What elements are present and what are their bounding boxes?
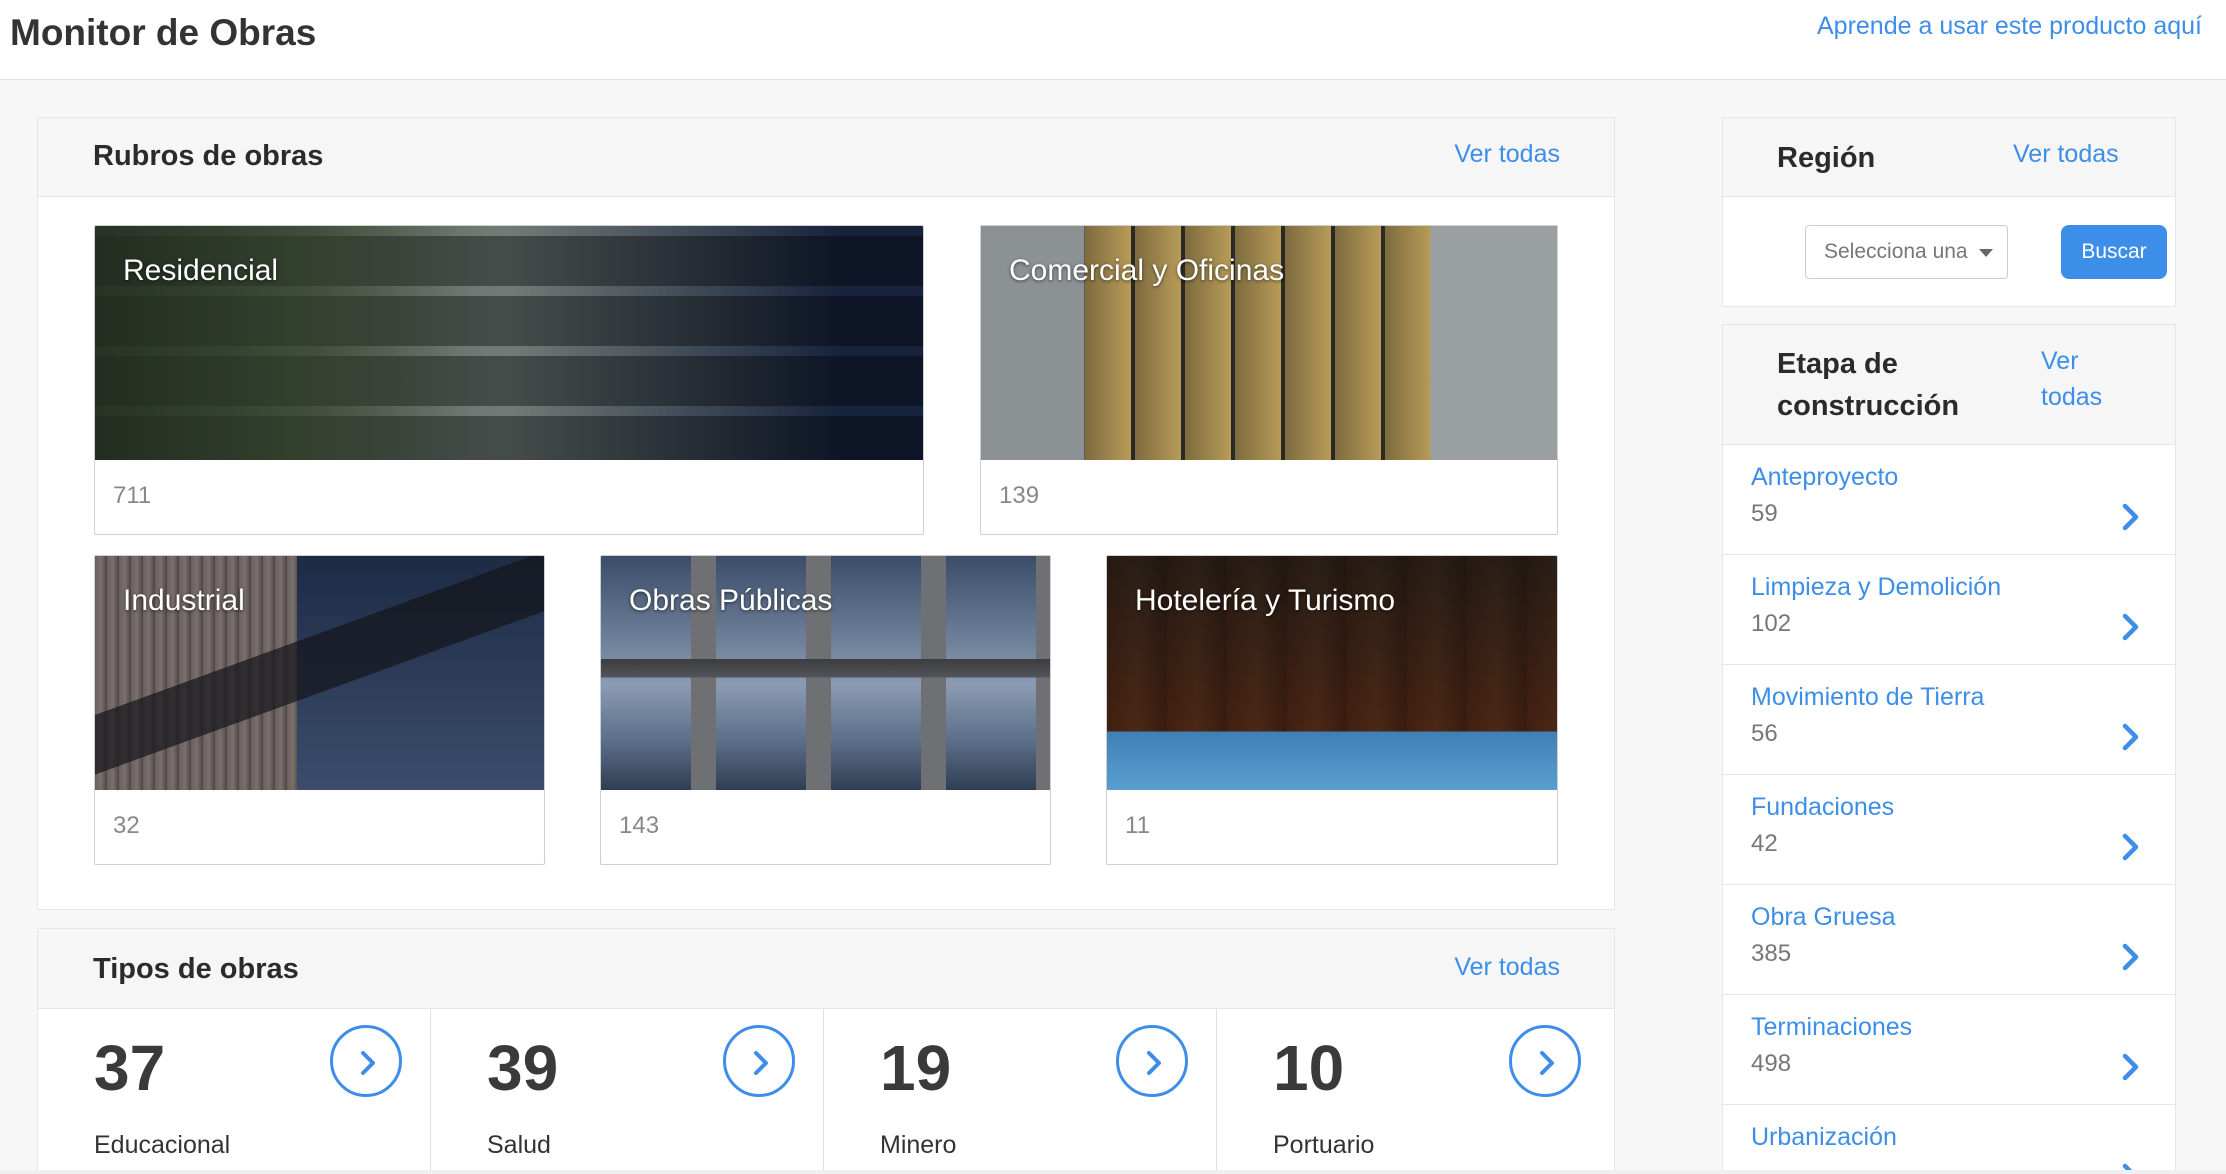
etapa-panel: Etapa de construcción Ver todas Anteproy… bbox=[1722, 324, 2176, 1174]
app-title: Monitor de Obras bbox=[10, 12, 317, 53]
rubro-card-industrial[interactable]: Industrial 32 bbox=[94, 555, 545, 865]
rubro-card-label: Residencial bbox=[123, 254, 279, 287]
tipo-item-minero: 19 Minero bbox=[824, 1009, 1217, 1174]
chevron-right-icon bbox=[2122, 503, 2139, 531]
etapa-count: 102 bbox=[1751, 610, 1792, 637]
chevron-right-icon bbox=[754, 1051, 768, 1075]
region-panel: Región Ver todas Selecciona una Buscar bbox=[1722, 117, 2176, 307]
etapa-count: 385 bbox=[1751, 940, 1792, 967]
region-select[interactable]: Selecciona una bbox=[1805, 225, 2008, 279]
etapa-panel-header: Etapa de construcción Ver todas bbox=[1723, 325, 2175, 445]
bottom-edge bbox=[0, 1170, 2226, 1174]
rubros-view-all-link[interactable]: Ver todas bbox=[1454, 140, 1560, 169]
etapa-count: 56 bbox=[1751, 720, 1778, 747]
tipo-item-salud: 39 Salud bbox=[431, 1009, 824, 1174]
tipo-open-button[interactable] bbox=[723, 1025, 795, 1097]
rubro-card-label: Hotelería y Turismo bbox=[1135, 584, 1396, 617]
etapa-item-movimiento[interactable]: Movimiento de Tierra 56 bbox=[1723, 665, 2175, 775]
tipo-name: Portuario bbox=[1273, 1131, 1375, 1159]
rubro-card-count: 143 bbox=[619, 812, 660, 839]
chevron-right-icon bbox=[2122, 613, 2139, 641]
tipos-panel: Tipos de obras Ver todas 37 Educacional … bbox=[37, 928, 1615, 1174]
rubros-panel-header: Rubros de obras Ver todas bbox=[38, 118, 1614, 197]
tipo-open-button[interactable] bbox=[330, 1025, 402, 1097]
tipo-name: Salud bbox=[487, 1131, 551, 1159]
chevron-right-icon bbox=[1147, 1051, 1161, 1075]
tipos-title: Tipos de obras bbox=[93, 953, 299, 985]
etapa-view-all-link[interactable]: Ver todas bbox=[2041, 343, 2121, 415]
rubro-card-count: 139 bbox=[999, 482, 1040, 509]
tipo-count: 37 bbox=[94, 1032, 166, 1104]
help-link[interactable]: Aprende a usar este producto aquí bbox=[1817, 12, 2202, 41]
etapa-item-obra-gruesa[interactable]: Obra Gruesa 385 bbox=[1723, 885, 2175, 995]
etapa-item-anteproyecto[interactable]: Anteproyecto 59 bbox=[1723, 445, 2175, 555]
etapa-title: Etapa de construcción bbox=[1777, 348, 1960, 422]
etapa-item-terminaciones[interactable]: Terminaciones 498 bbox=[1723, 995, 2175, 1105]
chevron-right-icon bbox=[2122, 833, 2139, 861]
top-header: Monitor de Obras Aprende a usar este pro… bbox=[0, 0, 2226, 80]
tipo-count: 39 bbox=[487, 1032, 559, 1104]
tipos-view-all-link[interactable]: Ver todas bbox=[1454, 953, 1560, 982]
region-title: Región bbox=[1777, 142, 1876, 174]
etapa-name: Obra Gruesa bbox=[1751, 903, 1896, 931]
etapa-name: Urbanización bbox=[1751, 1123, 1897, 1151]
rubro-card-residencial[interactable]: Residencial 711 bbox=[94, 225, 924, 535]
chevron-right-icon bbox=[361, 1051, 375, 1075]
etapa-count: 42 bbox=[1751, 830, 1778, 857]
region-select-placeholder: Selecciona una bbox=[1824, 240, 1968, 263]
tipo-count: 10 bbox=[1273, 1032, 1345, 1104]
rubro-card-obras-publicas[interactable]: Obras Públicas 143 bbox=[600, 555, 1051, 865]
chevron-right-icon bbox=[2122, 1053, 2139, 1081]
tipo-count: 19 bbox=[880, 1032, 952, 1104]
rubro-card-label: Industrial bbox=[123, 584, 245, 617]
tipo-open-button[interactable] bbox=[1116, 1025, 1188, 1097]
etapa-item-urbanizacion[interactable]: Urbanización bbox=[1723, 1105, 2175, 1173]
caret-down-icon bbox=[1979, 249, 1993, 257]
search-button[interactable]: Buscar bbox=[2061, 225, 2167, 279]
chevron-right-icon bbox=[2122, 943, 2139, 971]
region-panel-header: Región Ver todas bbox=[1723, 118, 2175, 197]
rubro-card-count: 11 bbox=[1125, 812, 1150, 839]
etapa-count: 59 bbox=[1751, 500, 1778, 527]
rubro-card-label: Comercial y Oficinas bbox=[1009, 254, 1285, 287]
rubro-card-label: Obras Públicas bbox=[629, 584, 833, 617]
etapa-name: Limpieza y Demolición bbox=[1751, 573, 2002, 601]
etapa-count: 498 bbox=[1751, 1050, 1792, 1077]
etapa-name: Anteproyecto bbox=[1751, 463, 1899, 491]
chevron-right-icon bbox=[2122, 723, 2139, 751]
region-view-all-link[interactable]: Ver todas bbox=[2013, 140, 2119, 169]
chevron-right-icon bbox=[1540, 1051, 1554, 1075]
rubro-card-comercial[interactable]: Comercial y Oficinas 139 bbox=[980, 225, 1558, 535]
rubro-card-count: 32 bbox=[113, 812, 140, 839]
etapa-name: Fundaciones bbox=[1751, 793, 1895, 821]
tipo-open-button[interactable] bbox=[1509, 1025, 1581, 1097]
rubro-card-hoteleria[interactable]: Hotelería y Turismo 11 bbox=[1106, 555, 1558, 865]
rubros-panel: Rubros de obras Ver todas Residencial 71… bbox=[37, 117, 1615, 910]
rubros-title: Rubros de obras bbox=[93, 140, 324, 172]
rubro-card-count: 711 bbox=[113, 482, 152, 509]
etapa-item-fundaciones[interactable]: Fundaciones 42 bbox=[1723, 775, 2175, 885]
etapa-item-limpieza[interactable]: Limpieza y Demolición 102 bbox=[1723, 555, 2175, 665]
etapa-name: Terminaciones bbox=[1751, 1013, 1913, 1041]
tipo-item-educacional: 37 Educacional bbox=[38, 1009, 431, 1174]
tipo-name: Educacional bbox=[94, 1131, 231, 1159]
tipos-panel-header: Tipos de obras Ver todas bbox=[38, 929, 1614, 1009]
tipo-name: Minero bbox=[880, 1131, 957, 1159]
tipo-item-portuario: 10 Portuario bbox=[1217, 1009, 1610, 1174]
etapa-name: Movimiento de Tierra bbox=[1751, 683, 1985, 711]
